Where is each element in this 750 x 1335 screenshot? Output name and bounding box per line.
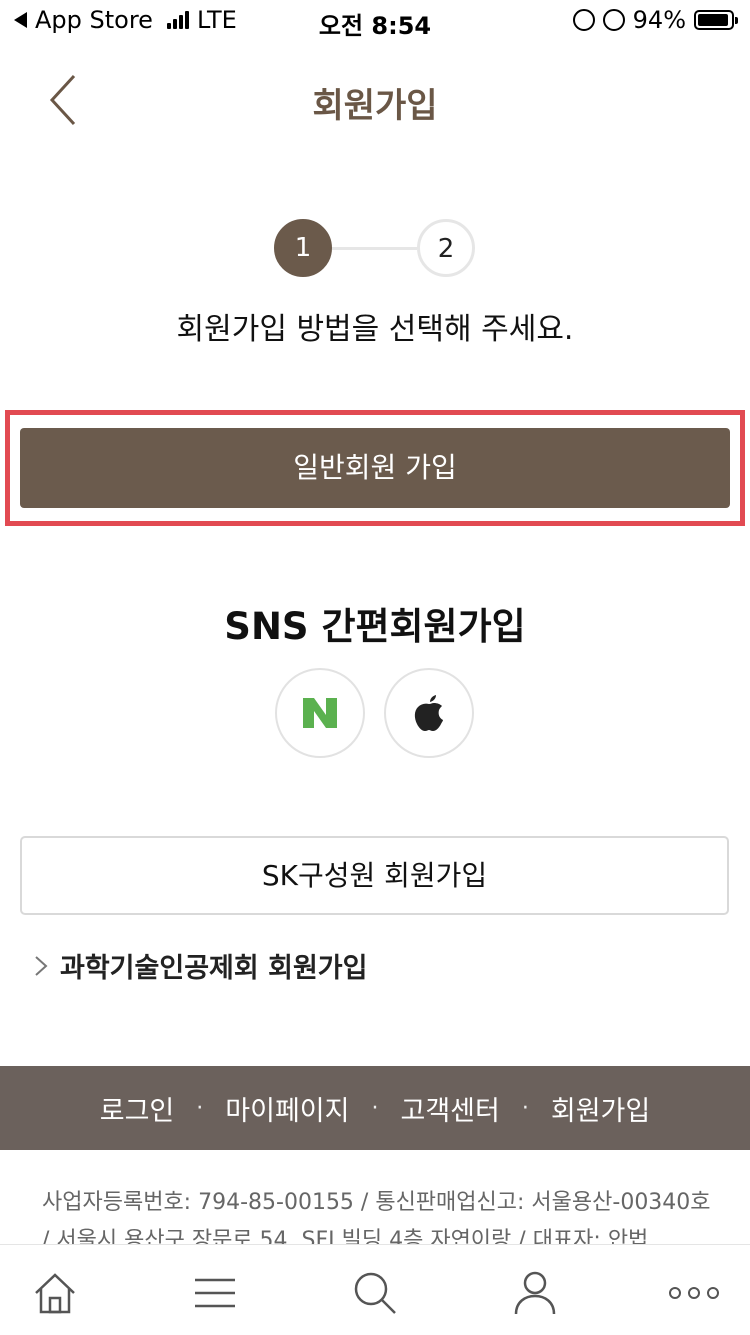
page-title: 회원가입 bbox=[312, 86, 438, 126]
instruction-text: 회원가입 방법을 선택해 주세요. bbox=[176, 312, 574, 347]
general-join-button[interactable]: 일반회원 가입 bbox=[20, 428, 730, 508]
more-icon bbox=[669, 1287, 719, 1299]
alarm-icon bbox=[602, 9, 625, 31]
status-bar: App Store LTE 오전 8:54 94% bbox=[0, 0, 750, 40]
footer-separator: · bbox=[196, 1095, 204, 1121]
kofst-join-link[interactable]: 과학기술인공제회 회원가입 bbox=[34, 946, 367, 985]
tab-more[interactable] bbox=[664, 1263, 724, 1323]
tab-home[interactable] bbox=[25, 1263, 85, 1323]
footer-login-link[interactable]: 로그인 bbox=[100, 1089, 175, 1128]
sns-join-title: SNS 간편회원가입 bbox=[224, 605, 526, 648]
orientation-lock-icon bbox=[572, 9, 595, 31]
battery-icon bbox=[694, 10, 738, 30]
footer-join-link[interactable]: 회원가입 bbox=[551, 1089, 650, 1128]
footer-separator: · bbox=[521, 1095, 529, 1121]
naver-icon bbox=[303, 698, 337, 728]
step-connector bbox=[332, 247, 417, 250]
kofst-join-label: 과학기술인공제회 회원가입 bbox=[60, 953, 368, 984]
footer-separator: · bbox=[371, 1095, 379, 1121]
step-1-active: 1 bbox=[274, 219, 332, 277]
search-icon bbox=[354, 1272, 396, 1314]
battery-percent: 94% bbox=[632, 6, 686, 34]
footer-support-link[interactable]: 고객센터 bbox=[400, 1089, 499, 1128]
status-right: 94% bbox=[572, 6, 738, 34]
apple-icon bbox=[414, 695, 443, 731]
footer-mypage-link[interactable]: 마이페이지 bbox=[225, 1089, 349, 1128]
footer-menu: 로그인 · 마이페이지 · 고객센터 · 회원가입 bbox=[0, 1066, 750, 1150]
home-icon bbox=[35, 1273, 75, 1314]
chevron-right-icon bbox=[35, 955, 48, 976]
tab-search[interactable] bbox=[345, 1263, 405, 1323]
profile-icon bbox=[514, 1271, 556, 1315]
tab-profile[interactable] bbox=[505, 1263, 565, 1323]
tab-menu[interactable] bbox=[185, 1263, 245, 1323]
naver-login-button[interactable] bbox=[275, 668, 365, 758]
menu-icon bbox=[195, 1278, 235, 1308]
bottom-tab-bar bbox=[0, 1244, 750, 1335]
apple-login-button[interactable] bbox=[384, 668, 474, 758]
step-2: 2 bbox=[417, 219, 475, 277]
sk-member-join-button[interactable]: SK구성원 회원가입 bbox=[20, 836, 729, 915]
